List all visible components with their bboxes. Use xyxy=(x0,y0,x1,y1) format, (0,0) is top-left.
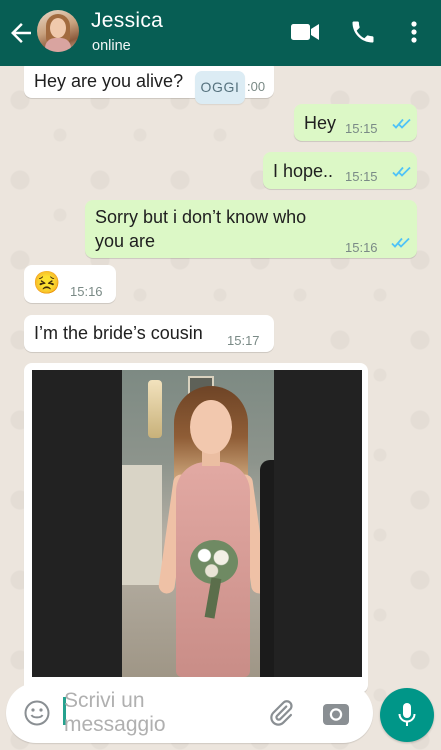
video-call-icon[interactable] xyxy=(290,19,320,45)
message-text: Hey xyxy=(304,113,337,133)
message-time: 15:17 xyxy=(227,333,260,348)
message-outgoing[interactable]: I hope.. 15:15 xyxy=(263,152,417,189)
photo-content xyxy=(122,370,274,677)
message-text: I hope.. xyxy=(273,161,334,181)
message-text: I’m the bride’s cousin xyxy=(34,323,203,343)
avatar[interactable] xyxy=(37,10,79,52)
message-time: 15:15 xyxy=(345,169,378,184)
message-outgoing[interactable]: Sorry but i don’t know who you are 15:16 xyxy=(85,200,417,258)
message-outgoing[interactable]: Hey 15:15 xyxy=(294,104,417,141)
message-input-bar: Scrivi un messaggio xyxy=(6,683,373,743)
message-time: 15:15 xyxy=(345,121,378,136)
message-time: 15:16 xyxy=(345,240,378,255)
voice-call-icon[interactable] xyxy=(349,18,377,46)
voice-message-button[interactable] xyxy=(380,688,434,742)
emoji-icon[interactable] xyxy=(23,699,51,727)
back-arrow-icon[interactable] xyxy=(6,18,36,48)
contact-name[interactable]: Jessica xyxy=(91,9,163,33)
mic-icon xyxy=(398,703,416,726)
message-text: Hey are you alive? xyxy=(34,71,184,91)
emoji: 😣 xyxy=(33,270,61,295)
contact-status: online xyxy=(92,38,131,54)
date-chip: OGGI xyxy=(195,71,245,104)
camera-icon[interactable] xyxy=(321,701,351,727)
message-incoming[interactable]: 😣 15:16 xyxy=(24,265,116,303)
attach-icon[interactable] xyxy=(267,699,295,727)
read-ticks-icon xyxy=(392,166,411,177)
read-ticks-icon xyxy=(392,118,411,129)
message-incoming[interactable]: I’m the bride’s cousin 15:17 xyxy=(24,315,274,352)
more-options-icon[interactable] xyxy=(404,18,424,46)
message-time: :00 xyxy=(247,79,266,94)
message-time: 15:16 xyxy=(70,284,103,299)
message-text: Sorry but i don’t know who you are xyxy=(95,207,307,251)
read-ticks-icon xyxy=(391,237,410,248)
chat-header: Jessica online xyxy=(0,0,441,66)
message-input[interactable]: Scrivi un messaggio xyxy=(64,689,224,737)
message-photo[interactable] xyxy=(32,370,362,677)
